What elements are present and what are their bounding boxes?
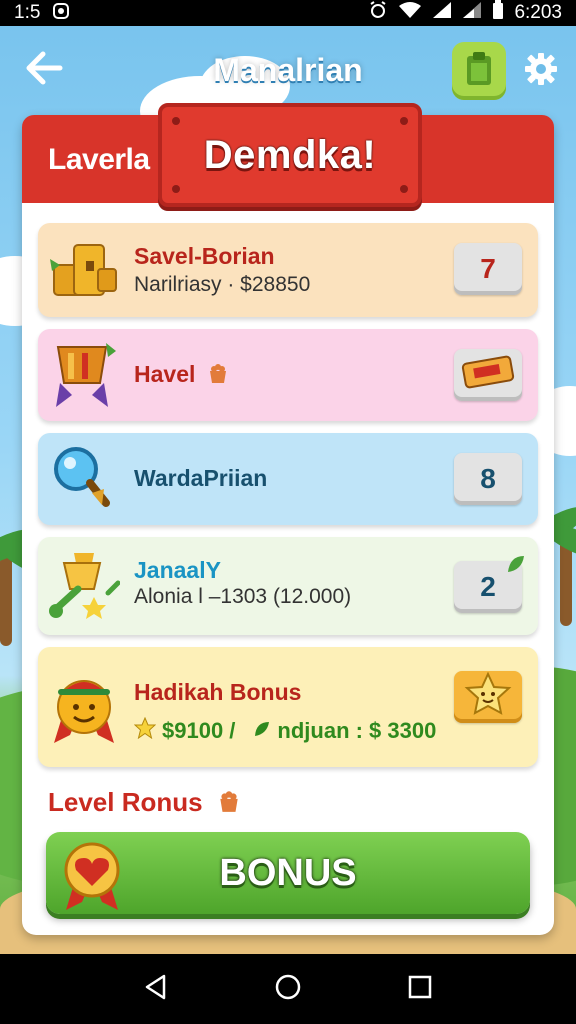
clipboard-icon [465,51,493,92]
row-badge: 7 [454,243,522,295]
status-time-right: 6:203 [514,2,562,23]
heart-badge-icon [60,840,124,917]
alarm-icon [368,0,388,26]
main-panel: Laverla Demdka! Savel-Borian Narilriasy … [22,103,554,935]
signal-icon [432,1,452,25]
status-bar: 1:5 6:203 [0,0,576,26]
golden-ticket-button [454,349,522,401]
bonus-button[interactable]: BONUS [46,832,530,914]
trophy-icon [48,339,120,411]
recents-square-icon [407,974,433,1005]
star-face-icon [464,671,512,723]
clipboard-button[interactable] [452,42,506,100]
list-item[interactable]: Savel-Borian Narilriasy · $28850 7 [38,223,538,317]
wifi-icon [398,1,422,25]
list-item[interactable]: JanaalY Alonia l –1303 (12.000) 2 [38,537,538,635]
magnifier-icon [48,443,120,515]
list-item[interactable]: Hadikah Bonus $9100 / ndjuan : $ 3300 [38,647,538,767]
banner-text: Demdka! [203,132,377,177]
smiley-medal-icon [48,667,124,747]
fire-icon [206,361,230,391]
row-title: WardaPriian [134,465,268,491]
trophy-key-icon [48,549,121,621]
gear-icon [524,52,558,91]
row-subtitle: Alonia l –1303 (12.000) [134,585,352,608]
battery-icon [492,0,504,26]
level-bonus-label: Level Ronus [48,787,242,821]
row-subtitle: $9100 / ndjuan : $ 3300 [133,716,436,745]
treasure-chest-icon [48,235,120,307]
settings-button[interactable] [520,50,562,92]
golden-ticket-icon [460,352,516,399]
star-icon [133,716,157,745]
nav-recents-button[interactable] [395,964,445,1014]
list-item[interactable]: WardaPriian 8 [38,433,538,525]
back-triangle-icon [142,973,170,1006]
leaf-icon [506,549,526,581]
row-title: Savel-Borian [134,243,275,269]
header-label: Laverla [48,143,150,176]
fire-icon [216,788,242,821]
signal-icon [462,1,482,25]
row-subtitle: Narilriasy · $28850 [134,273,311,296]
title-banner: Demdka! [158,103,422,207]
list-item[interactable]: Havel [38,329,538,421]
row-badge: 2 [454,556,524,613]
star-face-button [454,671,522,723]
nav-back-button[interactable] [131,964,181,1014]
notification-icon [52,2,70,25]
app-bar: Manalrian [0,26,576,112]
nav-home-button[interactable] [263,964,313,1014]
navigation-bar [0,954,576,1024]
row-title: JanaalY [134,557,221,583]
row-title: Hadikah Bonus [134,679,302,705]
row-title: Havel [134,361,230,391]
home-circle-icon [273,972,303,1007]
leaf-icon [253,718,271,744]
status-time-left: 1:5 [14,2,41,23]
row-badge: 8 [454,453,522,505]
